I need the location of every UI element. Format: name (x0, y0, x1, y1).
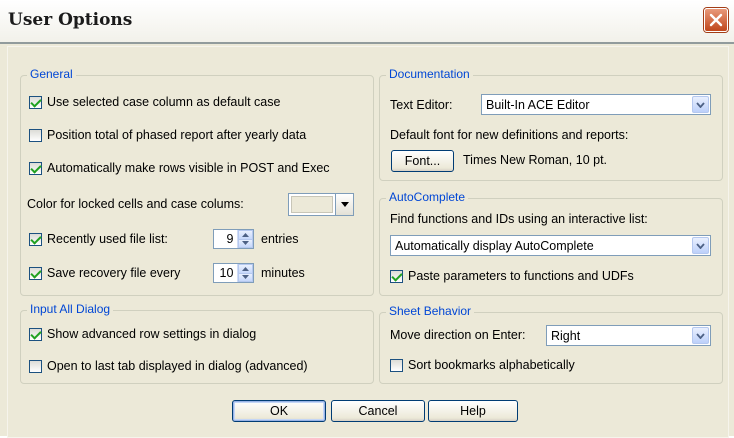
color-locked-label: Color for locked cells and case colums: (27, 197, 244, 211)
auto-rows-visible-row[interactable]: Automatically make rows visible in POST … (29, 161, 330, 175)
move-direction-value: Right (551, 328, 581, 343)
auto-rows-visible-checkbox[interactable] (29, 161, 42, 175)
open-last-tab-checkbox[interactable] (29, 359, 42, 373)
cancel-button[interactable]: Cancel (331, 400, 425, 422)
help-button[interactable]: Help (428, 400, 518, 422)
color-locked-picker[interactable] (288, 193, 354, 216)
spinner-arrows[interactable] (237, 264, 253, 282)
recent-files-value[interactable]: 9 (214, 230, 237, 248)
documentation-group: Documentation Text Editor: Built-In ACE … (379, 67, 723, 181)
position-total-checkbox[interactable] (29, 128, 42, 142)
position-total-label: Position total of phased report after ye… (47, 128, 307, 142)
paste-params-row[interactable]: Paste parameters to functions and UDFs (390, 269, 634, 283)
sheet-behavior-group: Sheet Behavior Move direction on Enter: … (379, 304, 723, 384)
sort-bookmarks-row[interactable]: Sort bookmarks alphabetically (390, 358, 575, 372)
recent-files-spinner[interactable]: 9 (213, 229, 254, 249)
autocomplete-group: AutoComplete Find functions and IDs usin… (379, 190, 723, 296)
use-selected-case-row[interactable]: Use selected case column as default case (29, 95, 280, 109)
text-editor-value: Built-In ACE Editor (486, 97, 590, 112)
documentation-legend: Documentation (386, 67, 473, 81)
find-functions-label: Find functions and IDs using an interact… (390, 212, 648, 226)
ok-button[interactable]: OK (232, 400, 326, 422)
use-selected-case-label: Use selected case column as default case (47, 95, 281, 109)
save-recovery-value[interactable]: 10 (214, 264, 237, 282)
sort-bookmarks-checkbox[interactable] (390, 358, 403, 372)
save-recovery-checkbox[interactable] (29, 266, 42, 280)
use-selected-case-checkbox[interactable] (29, 95, 42, 109)
general-legend: General (27, 67, 76, 81)
autocomplete-mode-select[interactable]: Automatically display AutoComplete (390, 235, 711, 256)
save-recovery-label: Save recovery file every (47, 266, 181, 280)
open-last-tab-row[interactable]: Open to last tab displayed in dialog (ad… (29, 359, 308, 373)
move-direction-label: Move direction on Enter: (390, 328, 526, 342)
chevron-down-icon[interactable] (692, 96, 709, 113)
dialog-title: User Options (8, 10, 133, 30)
paste-params-checkbox[interactable] (390, 269, 403, 283)
text-editor-select[interactable]: Built-In ACE Editor (481, 94, 711, 115)
show-advanced-checkbox[interactable] (29, 327, 42, 341)
save-recovery-row[interactable]: Save recovery file every (29, 266, 180, 280)
chevron-down-icon[interactable] (692, 327, 709, 344)
color-swatch (291, 196, 334, 213)
show-advanced-row[interactable]: Show advanced row settings in dialog (29, 327, 256, 341)
color-locked-row: Color for locked cells and case colums: (27, 197, 244, 211)
paste-params-label: Paste parameters to functions and UDFs (408, 269, 634, 283)
spin-up-icon[interactable] (238, 264, 253, 274)
input-all-dialog-group: Input All Dialog Show advanced row setti… (20, 302, 374, 384)
autocomplete-mode-value: Automatically display AutoComplete (395, 238, 594, 253)
recent-files-checkbox[interactable] (29, 232, 42, 246)
spin-up-icon[interactable] (238, 230, 253, 240)
sheet-behavior-legend: Sheet Behavior (386, 304, 475, 318)
auto-rows-visible-label: Automatically make rows visible in POST … (47, 161, 330, 175)
position-total-row[interactable]: Position total of phased report after ye… (29, 128, 306, 142)
title-bar: User Options (0, 0, 734, 44)
spinner-arrows[interactable] (237, 230, 253, 248)
move-direction-select[interactable]: Right (546, 325, 711, 346)
input-all-dialog-legend: Input All Dialog (27, 302, 114, 316)
save-recovery-spinner[interactable]: 10 (213, 263, 254, 283)
dialog-content: General Use selected case column as defa… (7, 46, 729, 438)
save-recovery-unit: minutes (261, 266, 305, 280)
autocomplete-legend: AutoComplete (386, 190, 469, 204)
spin-down-icon[interactable] (238, 273, 253, 282)
font-value: Times New Roman, 10 pt. (463, 153, 608, 167)
general-group: General Use selected case column as defa… (20, 67, 374, 296)
recent-files-row[interactable]: Recently used file list: (29, 232, 168, 246)
close-icon (709, 13, 723, 27)
spin-down-icon[interactable] (238, 239, 253, 248)
font-button[interactable]: Font... (391, 150, 454, 172)
sort-bookmarks-label: Sort bookmarks alphabetically (408, 358, 575, 372)
recent-files-label: Recently used file list: (47, 232, 168, 246)
user-options-dialog: User Options General Use selected case c… (0, 0, 734, 438)
text-editor-label: Text Editor: (390, 98, 453, 112)
chevron-down-icon[interactable] (335, 194, 353, 215)
recent-files-unit: entries (261, 232, 299, 246)
close-button[interactable] (704, 8, 728, 32)
show-advanced-label: Show advanced row settings in dialog (47, 327, 257, 341)
open-last-tab-label: Open to last tab displayed in dialog (ad… (47, 359, 308, 373)
chevron-down-icon[interactable] (692, 237, 709, 254)
default-font-label: Default font for new definitions and rep… (390, 128, 629, 142)
